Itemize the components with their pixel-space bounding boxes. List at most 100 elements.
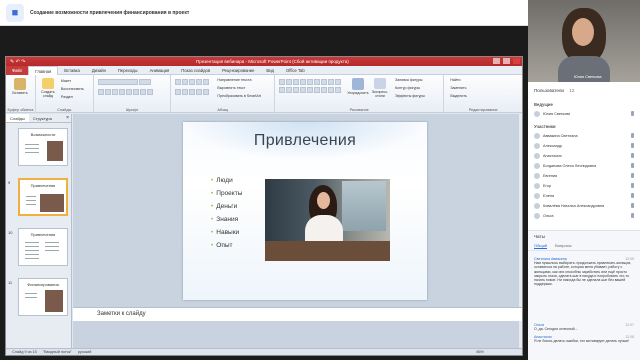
arrange-icon [351,78,364,90]
chat-tab-questions[interactable]: Вопросы [555,243,571,249]
tab-home[interactable]: Главная [28,65,59,75]
tab-slides[interactable]: Слайды [6,114,29,122]
close-panel-icon[interactable]: × [66,114,71,122]
align-buttons[interactable] [175,89,210,95]
group-paragraph: Направление текста Выровнять текст Преоб… [171,75,275,113]
text-direction-button[interactable]: Направление текста [217,78,251,82]
chat-message: Ольга 12:07 О, да. Сегодня отличный... [534,323,634,332]
shapes-gallery[interactable] [278,79,341,85]
paste-button[interactable]: Вставить [11,78,29,98]
align-text-button[interactable]: Выровнять текст [217,86,245,90]
slide-thumb[interactable]: Привлечения [18,228,68,266]
group-editing: Найти Заменить Выделить Редактирование [450,78,498,112]
tab-design[interactable]: Дизайн [86,66,112,75]
avatar [534,182,540,189]
group-clipboard: Вставить Буфер обмена [6,75,36,113]
find-button[interactable]: Найти [450,78,460,82]
maximize-icon[interactable] [503,58,510,64]
slide-title[interactable]: Привлечения [183,132,427,150]
quick-access-icon[interactable]: ✎ ↶ ↷ [10,59,25,65]
group-font: Шрифт [94,75,172,113]
slide-photo[interactable] [265,179,390,261]
mic-icon [631,173,634,178]
ribbon: Вставить Буфер обмена Создать слайд Маке… [6,75,522,113]
ppt-titlebar: ✎ ↶ ↷ Презентация вебинара - Microsoft P… [6,57,522,66]
slides-panel: Слайды Структура × Возможности 9 Привлеч… [6,114,72,350]
participant[interactable]: Аввакина Светлана [534,131,634,140]
replace-button[interactable]: Заменить [450,86,466,90]
participant[interactable]: Ковалёва Наталья Александровна [534,201,634,210]
slide-thumb[interactable]: Финансирования [18,278,68,316]
webcam-video: Юлия Светкова [528,0,640,82]
mic-icon [631,213,634,218]
tab-transitions[interactable]: Переходы [112,66,144,75]
mic-icon [631,143,634,148]
mic-icon [631,163,634,168]
webcam-name: Юлия Светкова [574,75,602,79]
font-style-buttons[interactable] [97,89,153,95]
tab-animation[interactable]: Анимация [144,66,176,75]
smartart-button[interactable]: Преобразовать в SmartArt [217,94,261,98]
participant[interactable]: Анастасия [534,151,634,160]
list-buttons[interactable] [175,79,210,85]
minimize-icon[interactable] [493,58,500,64]
shape-effects-button[interactable]: Эффекты фигуры [395,94,425,98]
chat-message: Светлана Аввакина 12:05 Нам пришлось выби… [534,257,634,287]
tab-view[interactable]: Вид [260,66,280,75]
participant[interactable]: Богданова Олеся Леонидовна [534,161,634,170]
tab-file[interactable]: Файл [6,65,29,75]
close-icon[interactable] [513,58,520,64]
chat-message: Анастасия 12:08 Я не боюсь делать ошибки,… [534,335,634,344]
new-slide-button[interactable]: Создать слайд [39,78,57,98]
arrange-button[interactable]: Упорядочить [347,78,369,98]
bullet-item: Опыт [211,239,242,252]
layout-button[interactable]: Макет [61,79,71,83]
participant[interactable]: Елена [534,191,634,200]
current-slide[interactable]: Привлечения Люди Проекты Деньги Знания Н… [183,122,427,300]
shape-fill-button[interactable]: Заливка фигуры [395,78,422,82]
avatar [534,132,540,139]
bullet-item: Люди [211,174,242,187]
avatar [534,142,540,149]
avatar [534,162,540,169]
mic-icon [631,111,634,116]
ppt-window-title: Презентация вебинара - Microsoft PowerPo… [196,59,349,64]
participants-header[interactable]: Пользователи 12 [528,88,640,93]
quick-styles-icon [373,78,386,89]
tab-insert[interactable]: Вставка [58,66,86,75]
slide-counter: Слайд 9 из 15 [12,350,37,354]
notes-input[interactable]: Заметки к слайду [93,307,522,321]
participant[interactable]: Александр [534,141,634,150]
slide-thumb-selected[interactable]: Привлечения [18,178,68,216]
participant[interactable]: Евгения [534,171,634,180]
mic-icon [631,183,634,188]
slide-bullets[interactable]: Люди Проекты Деньги Знания Навыки Опыт [211,174,242,252]
font-selectors[interactable] [97,79,151,85]
avatar [534,172,540,179]
avatar [534,192,540,199]
chat-tab-general[interactable]: Общий [534,243,548,249]
chat-header[interactable]: Чаты [528,231,640,242]
meeting-sidebar: Юлия Светкова Пользователи 12 Ведущие Юл… [528,0,640,360]
participant[interactable]: Ольга [534,211,634,220]
thumb-photo [45,290,63,312]
status-bar: Слайд 9 из 15 "Вводный поток" русский 86… [6,348,522,355]
participant-host[interactable]: Юлия Светкова [534,109,634,118]
tab-review[interactable]: Рецензирование [216,66,260,75]
select-button[interactable]: Выделить [450,94,467,98]
new-slide-icon [41,78,54,89]
tab-outline[interactable]: Структура [29,114,56,122]
participant[interactable]: Егор [534,181,634,190]
tab-office[interactable]: Office Tab [280,66,311,75]
zoom-level[interactable]: 86% [476,350,484,354]
powerpoint-window: ✎ ↶ ↷ Презентация вебинара - Microsoft P… [5,56,523,356]
language: русский [77,350,92,354]
slide-thumb[interactable]: Возможности [18,128,68,166]
bullet-item: Проекты [211,187,242,200]
section-button[interactable]: Раздел [61,95,73,99]
shape-outline-button[interactable]: Контур фигуры [395,86,420,90]
avatar [534,152,540,159]
reset-button[interactable]: Восстановить [61,87,84,91]
tab-slideshow[interactable]: Показ слайдов [175,66,216,75]
quick-styles-button[interactable]: Экспресс-стили [371,78,389,98]
